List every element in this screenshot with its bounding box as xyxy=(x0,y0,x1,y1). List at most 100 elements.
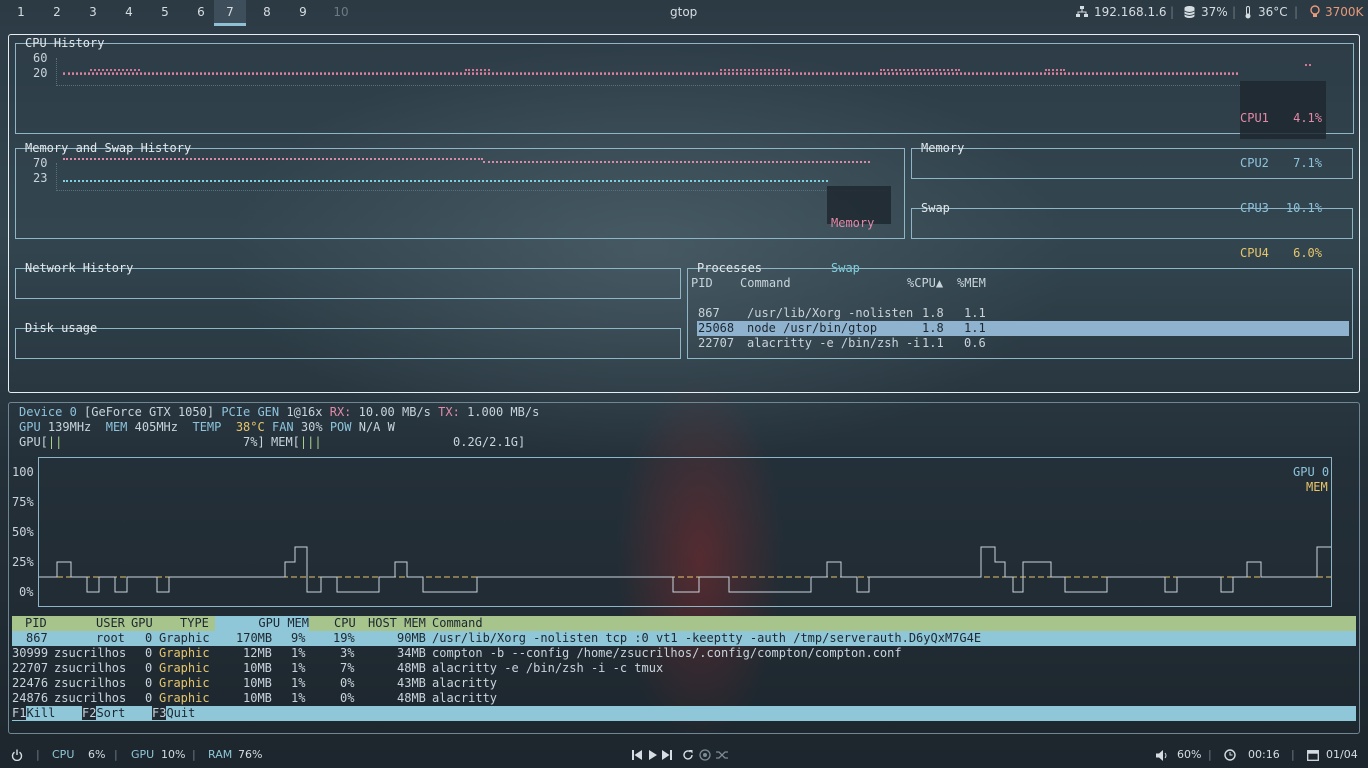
cpu-legend: CPU1 4.1% CPU2 7.1% CPU3 10.1% CPU4 6.0% xyxy=(1240,81,1326,260)
column-header-cpu[interactable]: %CPU▲ xyxy=(907,276,943,291)
disk-usage: 37% xyxy=(1201,5,1228,19)
panel-title: Disk usage xyxy=(25,321,98,335)
separator: | xyxy=(1232,5,1237,19)
y-axis-label: 50% xyxy=(12,525,34,539)
gpu-process-table-header: PID USER GPU TYPE GPU MEM CPU HOST MEM C… xyxy=(12,616,1356,631)
next-icon[interactable] xyxy=(662,749,672,764)
process-row[interactable]: 867 /usr/lib/Xorg -nolisten 1.8 1.1 xyxy=(697,306,1349,321)
workspace-4[interactable]: 4 xyxy=(112,0,146,26)
process-row[interactable]: 22707 alacritty -e /bin/zsh -i 1.1 0.6 xyxy=(697,336,1349,351)
panel-title: Memory xyxy=(921,141,965,155)
ram-label: RAM xyxy=(208,748,233,761)
column-header-command[interactable]: Command xyxy=(432,616,483,631)
panel-title: Processes xyxy=(697,261,763,275)
cpu-spike xyxy=(465,69,490,71)
mem-usage-bar: MEM[||| xyxy=(271,435,322,449)
workspace-5[interactable]: 5 xyxy=(148,0,182,26)
mem-usage-value: 0.2G/2.1G] xyxy=(453,435,526,449)
cpu2-series-line xyxy=(63,72,1238,74)
workspace-10[interactable]: 10 xyxy=(324,0,358,26)
gpu-process-row[interactable]: 24876 zsucrilhos 0 Graphic 10MB 1% 0% 48… xyxy=(12,691,1356,706)
kill-key[interactable]: F1Kill xyxy=(12,706,82,721)
play-icon[interactable] xyxy=(648,749,658,764)
gpu-usage-percent: 7%] xyxy=(243,435,265,449)
gpu-usage-bar: GPU[|| xyxy=(19,435,63,449)
quit-key[interactable]: F3Quit xyxy=(152,706,222,721)
workspace-3[interactable]: 3 xyxy=(76,0,110,26)
legend-item: CPU4 6.0% xyxy=(1240,246,1322,260)
column-header-command[interactable]: Command xyxy=(740,276,791,291)
top-bar: 1 2 3 4 5 6 7 8 9 10 gtop 192.168.1.6 | … xyxy=(0,0,1368,26)
separator: | xyxy=(114,748,118,761)
y-axis-label: 25% xyxy=(12,555,34,569)
swap-series-line xyxy=(63,180,828,182)
gpu-value: 10% xyxy=(161,748,186,761)
separator: | xyxy=(1170,5,1175,19)
mem-graph-axes xyxy=(56,163,886,191)
cpu-value: 6% xyxy=(88,748,106,761)
repeat-icon[interactable] xyxy=(682,749,694,764)
column-header-cpu[interactable]: CPU xyxy=(334,616,356,631)
cpu-spike xyxy=(720,69,790,71)
cpu-spike xyxy=(1045,69,1065,71)
panel-title: Memory and Swap History xyxy=(25,141,192,155)
power-icon[interactable] xyxy=(11,749,23,764)
single-icon[interactable] xyxy=(699,749,711,764)
panel-title: CPU History xyxy=(25,36,105,50)
column-header-user[interactable]: USER xyxy=(96,616,125,631)
cpu-spike xyxy=(1305,64,1311,66)
gpu-process-row[interactable]: 22476 zsucrilhos 0 Graphic 10MB 1% 0% 43… xyxy=(12,676,1356,691)
column-header-host-mem[interactable]: HOST MEM xyxy=(368,616,426,631)
workspace-2[interactable]: 2 xyxy=(40,0,74,26)
cpu-label: CPU xyxy=(52,748,75,761)
workspace-8[interactable]: 8 xyxy=(250,0,284,26)
separator: | xyxy=(36,748,40,761)
column-header-type[interactable]: TYPE xyxy=(180,616,209,631)
workspace-9[interactable]: 9 xyxy=(286,0,320,26)
workspace-7[interactable]: 7 xyxy=(214,0,246,26)
memory-series-line xyxy=(483,161,870,163)
process-row-selected[interactable]: 25068 node /usr/bin/gtop 1.8 1.1 xyxy=(697,321,1349,336)
separator: | xyxy=(1291,748,1295,761)
legend-item: Memory xyxy=(831,216,875,230)
swap-panel: Swap xyxy=(911,201,1353,239)
clock-icon xyxy=(1224,749,1236,764)
y-axis-label: 70 xyxy=(33,156,48,170)
gpu-process-row[interactable]: 22707 zsucrilhos 0 Graphic 10MB 1% 7% 48… xyxy=(12,661,1356,676)
workspace-1[interactable]: 1 xyxy=(4,0,38,26)
column-header-pid[interactable]: PID xyxy=(691,276,713,291)
y-axis-label: 23 xyxy=(33,171,48,185)
volume-icon[interactable] xyxy=(1156,750,1168,764)
gpu-process-row-selected[interactable]: 867 root 0 Graphic 170MB 9% 19% 90MB /us… xyxy=(12,631,1356,646)
sort-key[interactable]: F2Sort xyxy=(82,706,152,721)
ram-value: 76% xyxy=(238,748,263,761)
database-icon xyxy=(1184,6,1195,21)
shuffle-icon[interactable] xyxy=(716,749,729,764)
window-title: gtop xyxy=(670,5,698,19)
disk-usage-panel: Disk usage xyxy=(15,321,681,359)
network-history-panel: Network History xyxy=(15,261,681,299)
workspace-6[interactable]: 6 xyxy=(184,0,218,26)
memory-series-line xyxy=(63,158,483,160)
network-icon xyxy=(1076,6,1088,18)
panel-title: Network History xyxy=(25,261,134,275)
gpu-label: GPU xyxy=(131,748,155,761)
device-info-line: Device 0 [GeForce GTX 1050] PCIe GEN 1@1… xyxy=(19,405,540,419)
cpu-spike xyxy=(90,69,140,71)
cpu-spike xyxy=(880,69,960,71)
volume-value: 60% xyxy=(1177,748,1202,761)
gpu-graph-lines xyxy=(39,546,1331,593)
cpu-temperature: 36°C xyxy=(1258,5,1288,19)
column-header-gpu-mem-sorted[interactable]: GPU MEM xyxy=(215,616,309,631)
column-header-pid[interactable]: PID xyxy=(25,616,47,631)
memory-legend: Memory Swap xyxy=(827,186,891,275)
clock-time: 00:16 xyxy=(1248,748,1280,761)
previous-icon[interactable] xyxy=(632,749,642,764)
column-header-mem[interactable]: %MEM xyxy=(957,276,986,291)
calendar-date: 01/04 xyxy=(1326,748,1358,761)
column-header-gpu[interactable]: GPU xyxy=(131,616,153,631)
color-temperature: 3700K xyxy=(1325,5,1364,19)
gpu-process-row[interactable]: 30999 zsucrilhos 0 Graphic 12MB 1% 3% 34… xyxy=(12,646,1356,661)
separator: | xyxy=(1294,5,1299,19)
function-key-bar: F1Kill F2Sort F3Quit xyxy=(12,706,1356,721)
